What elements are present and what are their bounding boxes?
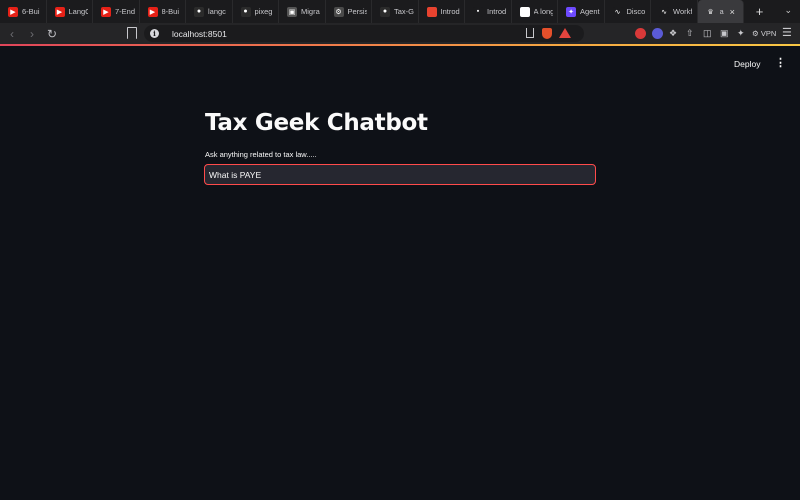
browser-tab-active[interactable]: ♛ a ×	[697, 0, 744, 23]
input-label: Ask anything related to tax law.....	[205, 150, 317, 159]
browser-tab[interactable]: ⚙ Persis	[326, 0, 372, 23]
purple-app-icon: ✦	[566, 6, 576, 17]
leo-ai-icon[interactable]: ✦	[737, 28, 745, 39]
browser-menu-icon[interactable]: ☰	[782, 26, 792, 39]
reload-icon[interactable]: ↻	[44, 27, 60, 41]
url-text[interactable]: localhost:8501	[172, 29, 227, 39]
extension-icon[interactable]	[635, 28, 646, 39]
robot-icon: ▣	[287, 6, 297, 17]
tab-title: Agent	[580, 7, 600, 16]
tab-list-icon[interactable]: ⌄	[784, 5, 792, 16]
sidebar-icon[interactable]: ◫	[703, 28, 712, 39]
wallet-icon[interactable]: ▣	[720, 28, 729, 39]
main-menu-icon[interactable]: ⋮	[775, 58, 786, 69]
tab-title: 8-Bui	[161, 7, 180, 16]
browser-toolbar: ‹ › ↻ i localhost:8501 ❖ ⇧ ◫ ▣ ✦ ⚙ VPN ☰	[0, 23, 800, 44]
youtube-icon: ▶	[101, 6, 111, 17]
browser-tab[interactable]: ● Tax-G	[372, 0, 419, 23]
wave-icon: ∿	[659, 6, 669, 17]
browser-tab[interactable]: ▶ 8-Bui	[140, 0, 186, 23]
brave-shields-icon[interactable]	[542, 28, 552, 39]
browser-tab[interactable]: ✦ Agent	[558, 0, 605, 23]
back-icon[interactable]: ‹	[4, 27, 20, 41]
browser-tab[interactable]: ● langc	[186, 0, 233, 23]
tab-title: A long	[533, 7, 554, 16]
brave-rewards-icon[interactable]	[559, 28, 571, 38]
close-tab-icon[interactable]: ×	[730, 7, 735, 17]
browser-tab[interactable]: ∞ A long	[512, 0, 558, 23]
question-input[interactable]	[209, 169, 595, 180]
tab-title: Tax-G	[394, 7, 414, 16]
deploy-button[interactable]: Deploy	[734, 59, 760, 69]
tab-title: pixeg	[254, 7, 273, 16]
link-icon: ∞	[519, 6, 530, 17]
address-bar[interactable]: i localhost:8501	[144, 25, 584, 42]
dark-doc-icon: ▪	[473, 6, 483, 17]
tab-title: LangC	[68, 7, 89, 16]
share-icon[interactable]	[526, 28, 534, 38]
browser-tab[interactable]: ∿ Disco	[605, 0, 651, 23]
extension-icon[interactable]	[652, 28, 663, 39]
wave-icon: ∿	[612, 6, 623, 17]
bookmark-icon[interactable]	[127, 27, 137, 39]
page-title: Tax Geek Chatbot	[205, 110, 428, 136]
tab-title: langc	[208, 7, 226, 16]
github-icon: ●	[240, 6, 251, 17]
crown-icon: ♛	[707, 8, 714, 16]
tab-title: Migra	[301, 7, 320, 16]
forward-icon[interactable]: ›	[24, 27, 40, 41]
tab-title: Introd	[440, 7, 460, 16]
github-icon: ●	[194, 6, 204, 17]
tab-title: Workf	[673, 7, 693, 16]
vpn-button[interactable]: ⚙ VPN	[752, 29, 776, 38]
youtube-icon: ▶	[147, 6, 158, 17]
upload-icon[interactable]: ⇧	[686, 28, 694, 39]
youtube-icon: ▶	[8, 6, 18, 17]
browser-tab[interactable]: ▶LangC	[47, 0, 93, 23]
tab-title: Introd	[487, 7, 507, 16]
red-square-icon	[426, 6, 437, 17]
youtube-icon: ▶	[54, 6, 65, 17]
browser-tab[interactable]: ▪ Introd	[465, 0, 512, 23]
tab-title: 7-End	[115, 7, 135, 16]
new-tab-button[interactable]: +	[750, 4, 770, 19]
tab-title: 6-Bui	[22, 7, 40, 16]
load-bar	[0, 44, 800, 46]
extensions-puzzle-icon[interactable]: ❖	[669, 28, 677, 39]
browser-tab[interactable]: ▣ Migra	[279, 0, 326, 23]
tab-title: Disco	[626, 7, 646, 16]
site-info-icon[interactable]: i	[150, 29, 159, 38]
browser-tab[interactable]: ▶ 6-Bui	[0, 0, 47, 23]
tab-bar: ▶6-Bui▶LangC▶7-End▶8-Bui●langc●pixeg▣Mig…	[0, 0, 800, 23]
tab-title: Persis	[347, 7, 368, 16]
gear-icon: ⚙	[333, 6, 344, 17]
tab-title: a	[719, 7, 724, 16]
browser-tab[interactable]: ● pixeg	[233, 0, 279, 23]
vpn-label: VPN	[760, 29, 777, 38]
browser-tab[interactable]: ∿ Workf	[651, 0, 698, 23]
question-input-container[interactable]	[204, 164, 596, 185]
browser-tab[interactable]: ▶ 7-End	[93, 0, 140, 23]
github-icon: ●	[380, 6, 390, 17]
browser-tab[interactable]: Introd	[419, 0, 465, 23]
